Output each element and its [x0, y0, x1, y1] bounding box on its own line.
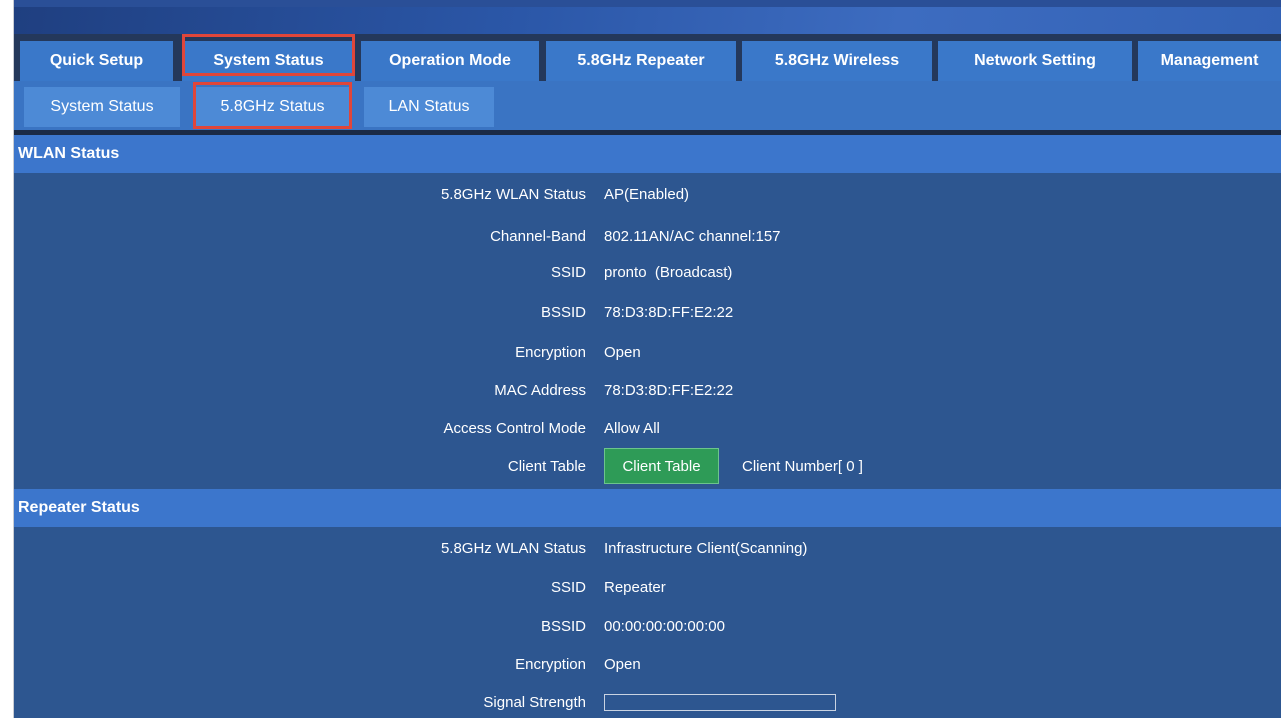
row-label: Channel-Band	[490, 228, 586, 245]
client-number: Client Number[ 0 ]	[742, 458, 863, 475]
repeater-row-bssid: BSSID 00:00:00:00:00:00	[14, 612, 1281, 642]
row-label: 5.8GHz WLAN Status	[440, 540, 586, 557]
row-value: Infrastructure Client(Scanning)	[604, 540, 808, 557]
section-title-repeater: Repeater Status	[18, 499, 140, 516]
repeater-row-ssid: SSID Repeater	[14, 573, 1281, 603]
tab-5-8ghz-repeater[interactable]: 5.8GHz Repeater	[546, 41, 736, 81]
row-label: BSSID	[540, 618, 586, 635]
repeater-row-status: 5.8GHz WLAN Status Infrastructure Client…	[14, 534, 1281, 564]
section-header-repeater: Repeater Status	[14, 489, 1281, 527]
tab-network-setting[interactable]: Network Setting	[938, 41, 1132, 81]
row-value: 78:D3:8D:FF:E2:22	[604, 304, 734, 321]
row-label: Encryption	[515, 344, 586, 361]
row-label: SSID	[550, 264, 586, 281]
row-label: BSSID	[540, 304, 586, 321]
subtab-system-status[interactable]: System Status	[24, 87, 180, 127]
tab-operation-mode[interactable]: Operation Mode	[361, 41, 539, 81]
client-table-button[interactable]: Client Table	[604, 448, 719, 484]
row-label: Access Control Mode	[443, 420, 586, 437]
wlan-row-ssid: SSID pronto (Broadcast)	[14, 258, 1281, 288]
row-value: pronto (Broadcast)	[604, 264, 733, 281]
row-label: MAC Address	[494, 382, 586, 399]
row-value: Repeater	[604, 579, 666, 596]
wlan-row-bssid: BSSID 78:D3:8D:FF:E2:22	[14, 298, 1281, 328]
section-header-wlan: WLAN Status	[14, 135, 1281, 173]
row-value: AP(Enabled)	[604, 186, 690, 203]
sub-nav: System Status 5.8GHz Status LAN Status	[14, 81, 1281, 130]
subtab-5-8ghz-status[interactable]: 5.8GHz Status	[195, 87, 350, 127]
row-value: Open	[604, 344, 641, 361]
row-label: Signal Strength	[483, 694, 586, 711]
header-banner	[14, 0, 1281, 34]
row-value: 78:D3:8D:FF:E2:22	[604, 382, 734, 399]
repeater-row-signal-strength: Signal Strength	[14, 688, 1281, 718]
subtab-lan-status[interactable]: LAN Status	[364, 87, 494, 127]
row-label: 5.8GHz WLAN Status	[440, 186, 586, 203]
row-label: Client Table	[507, 458, 586, 475]
router-admin-page: Quick Setup System Status Operation Mode…	[14, 0, 1281, 718]
main-nav: Quick Setup System Status Operation Mode…	[14, 34, 1281, 81]
section-title-wlan: WLAN Status	[18, 145, 120, 162]
row-label: SSID	[550, 579, 586, 596]
signal-strength-bar	[604, 694, 836, 711]
tab-5-8ghz-wireless[interactable]: 5.8GHz Wireless	[742, 41, 932, 81]
row-label: Encryption	[515, 656, 586, 673]
repeater-row-encryption: Encryption Open	[14, 650, 1281, 680]
tab-system-status[interactable]: System Status	[182, 41, 355, 81]
tab-quick-setup[interactable]: Quick Setup	[20, 41, 173, 81]
wlan-row-encryption: Encryption Open	[14, 338, 1281, 368]
row-value: Allow All	[604, 420, 660, 437]
wlan-row-access-control: Access Control Mode Allow All	[14, 414, 1281, 444]
tab-management[interactable]: Management	[1138, 41, 1281, 81]
banner-strip	[14, 0, 1281, 7]
row-value: Open	[604, 656, 641, 673]
wlan-row-channel-band: Channel-Band 802.11AN/AC channel:157	[14, 222, 1281, 252]
row-value: 802.11AN/AC channel:157	[604, 228, 781, 245]
wlan-row-status: 5.8GHz WLAN Status AP(Enabled)	[14, 180, 1281, 210]
row-value: 00:00:00:00:00:00	[604, 618, 725, 635]
wlan-row-client-table: Client Table Client Table Client Number[…	[14, 448, 1281, 484]
wlan-row-mac-address: MAC Address 78:D3:8D:FF:E2:22	[14, 376, 1281, 406]
window-left-edge	[0, 0, 14, 718]
